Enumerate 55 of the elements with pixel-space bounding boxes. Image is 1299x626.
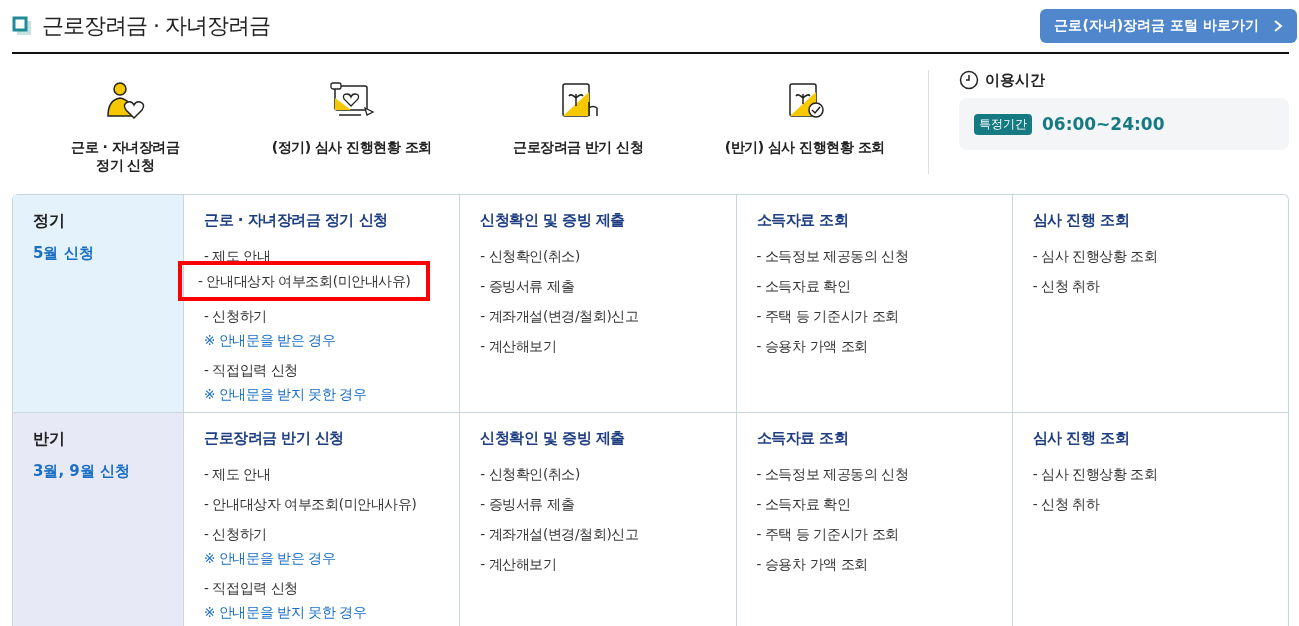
menu-link[interactable]: - 안내대상자 여부조회(미안내사유) <box>178 261 431 302</box>
menu-link[interactable]: - 계좌개설(변경/철회)신고 <box>480 306 639 327</box>
menu-link[interactable]: - 증빙서류 제출 <box>480 494 575 515</box>
column-title: 심사 진행 조회 <box>1032 211 1130 231</box>
menu-link[interactable]: - 신청하기 <box>204 306 267 327</box>
hours-title: 이용시간 <box>985 70 1045 90</box>
row-subtitle: 5월 신청 <box>33 244 94 264</box>
column-title: 신청확인 및 증빙 제출 <box>480 429 625 449</box>
menu-link[interactable]: - 신청 취하 <box>1032 494 1100 515</box>
period-badge: 특정기간 <box>974 113 1032 135</box>
menu-link[interactable]: - 소득자료 확인 <box>756 494 851 515</box>
menu-link[interactable]: - 소득정보 제공동의 신청 <box>756 246 909 267</box>
menu-link[interactable]: - 소득자료 확인 <box>756 276 851 297</box>
menu-link[interactable]: - 주택 등 기준시가 조회 <box>756 306 899 327</box>
row-subtitle: 3월, 9월 신청 <box>33 462 131 482</box>
shortcut-link[interactable]: (반기) 심사 진행현황 조회 <box>691 70 918 175</box>
menu-link[interactable]: - 소득정보 제공동의 신청 <box>756 464 909 485</box>
menu-link[interactable]: - 주택 등 기준시가 조회 <box>756 524 899 545</box>
menu-link[interactable]: - 심사 진행상황 조회 <box>1032 246 1158 267</box>
portal-button[interactable]: 근로(자녀)장려금 포털 바로가기 <box>1040 9 1297 43</box>
menu-link[interactable]: - 신청 취하 <box>1032 276 1100 297</box>
clock-icon <box>959 70 979 90</box>
chevron-right-icon <box>1273 19 1283 33</box>
menu-link[interactable]: - 신청하기 <box>204 524 267 545</box>
column-title: 근로 · 자녀장려금 정기 신청 <box>204 211 388 231</box>
square-icon <box>12 16 32 36</box>
row-title: 반기 <box>33 429 65 451</box>
note-link[interactable]: ※ 안내문을 받은 경우 <box>204 548 336 569</box>
menu-link[interactable]: - 심사 진행상황 조회 <box>1032 464 1158 485</box>
hours-time: 06:00~24:00 <box>1042 114 1165 134</box>
shortcut-link[interactable]: 근로장려금 반기 신청 <box>465 70 692 175</box>
menu-link[interactable]: - 직접입력 신청 <box>204 360 298 381</box>
menu-link[interactable]: - 승용차 가액 조회 <box>756 336 868 357</box>
shortcut-link[interactable]: (정기) 심사 진행현황 조회 <box>238 70 465 175</box>
note-link[interactable]: ※ 안내문을 받지 못한 경우 <box>204 384 367 405</box>
menu-link[interactable]: - 안내대상자 여부조회(미안내사유) <box>204 494 417 515</box>
menu-link[interactable]: - 직접입력 신청 <box>204 578 298 599</box>
column-title: 심사 진행 조회 <box>1032 429 1130 449</box>
menu-link[interactable]: - 신청확인(취소) <box>480 464 580 485</box>
menu-link[interactable]: - 신청확인(취소) <box>480 246 580 267</box>
menu-link[interactable]: - 증빙서류 제출 <box>480 276 575 297</box>
column-title: 소득자료 조회 <box>756 211 849 231</box>
note-link[interactable]: ※ 안내문을 받지 못한 경우 <box>204 602 367 623</box>
row-title: 정기 <box>33 211 65 233</box>
menu-link[interactable]: - 계좌개설(변경/철회)신고 <box>480 524 639 545</box>
menu-link[interactable]: - 승용차 가액 조회 <box>756 554 868 575</box>
shortcut-link[interactable]: 근로 · 자녀장려금 정기 신청 <box>12 70 239 175</box>
menu-link[interactable]: - 계산해보기 <box>480 554 557 575</box>
column-title: 소득자료 조회 <box>756 429 849 449</box>
column-title: 근로장려금 반기 신청 <box>204 429 344 449</box>
menu-link[interactable]: - 제도 안내 <box>204 464 271 485</box>
menu-link[interactable]: - 계산해보기 <box>480 336 557 357</box>
column-title: 신청확인 및 증빙 제출 <box>480 211 625 231</box>
note-link[interactable]: ※ 안내문을 받은 경우 <box>204 330 336 351</box>
page-title: 근로장려금 · 자녀장려금 <box>42 12 270 40</box>
